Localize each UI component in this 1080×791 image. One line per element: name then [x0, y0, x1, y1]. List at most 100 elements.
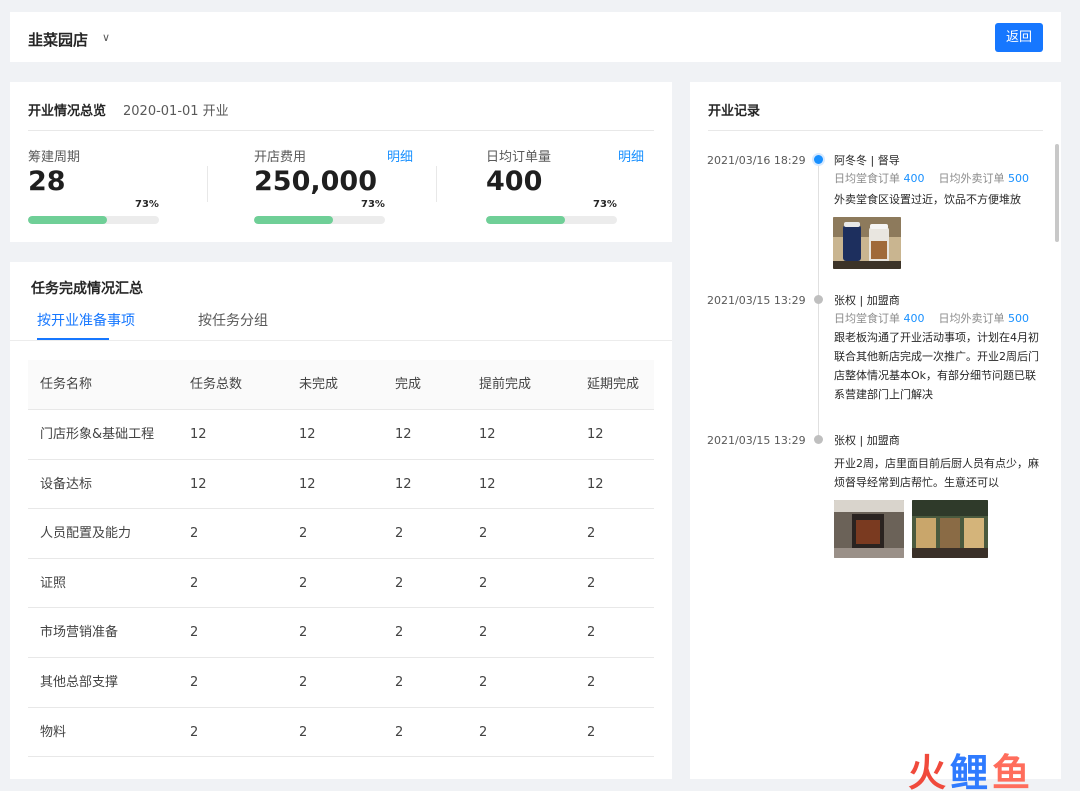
task-count-cell: 2: [190, 724, 199, 740]
store-name[interactable]: 韭菜园店: [28, 29, 88, 50]
task-count-cell: 2: [479, 625, 488, 641]
metric-percent: 73%: [135, 199, 159, 210]
entry-time: 2021/03/16 18:29: [707, 154, 806, 167]
dine-value: 400: [903, 312, 925, 325]
task-count-cell: 2: [395, 674, 404, 690]
takeout-label: 日均外卖订单: [938, 172, 1005, 185]
metric-value: 400: [486, 166, 543, 197]
task-count-cell: 12: [190, 427, 207, 442]
task-count-cell: 2: [395, 625, 404, 641]
column-header: 延期完成: [587, 377, 640, 392]
tab-by-group[interactable]: 按任务分组: [198, 310, 268, 330]
dine-value: 400: [903, 172, 925, 185]
progress-fill: [486, 216, 565, 224]
store-photo[interactable]: [834, 500, 904, 558]
detail-link[interactable]: 明细: [387, 146, 413, 165]
divider: [708, 130, 1043, 131]
task-summary-card: 任务完成情况汇总 按开业准备事项 按任务分组 任务名称 任务总数 未完成 完成 …: [10, 262, 672, 779]
metric-store-cost: 开店费用 明细 250,000 73%: [254, 146, 444, 226]
progress-bar: [28, 216, 159, 224]
tab-bar-underline: [10, 340, 672, 341]
opening-records-card: 开业记录 2021/03/16 18:29 阿冬冬 | 督导 日均堂食订单 40…: [690, 82, 1061, 779]
task-name-cell: 物料: [40, 724, 67, 740]
timeline-dot: [814, 155, 823, 164]
task-count-cell: 2: [299, 724, 308, 740]
progress-bar: [254, 216, 385, 224]
entry-user: 张权 | 加盟商: [834, 434, 900, 447]
chevron-down-icon[interactable]: ∨: [102, 31, 110, 44]
entry-text: 外卖堂食区设置过近，饮品不方便堆放: [834, 193, 1021, 206]
overview-title: 开业情况总览: [28, 104, 107, 119]
column-header: 未完成: [299, 377, 339, 392]
top-header: 韭菜园店 ∨ 返回: [10, 12, 1061, 62]
watermark-logo: 火鲤鱼: [908, 751, 1035, 791]
task-count-cell: 12: [587, 476, 604, 492]
task-count-cell: 2: [395, 724, 404, 740]
task-count-cell: 2: [190, 625, 199, 641]
task-count-cell: 2: [299, 575, 308, 591]
column-header: 任务名称: [40, 377, 93, 392]
table-row: 门店形象&基础工程 12 12 12 12 12: [28, 410, 654, 460]
overview-card: 开业情况总览 2020-01-01 开业 筹建周期 28 73% 开店费用 明细…: [10, 82, 672, 242]
metric-label: 日均订单量: [486, 150, 552, 165]
metric-label: 开店费用: [254, 150, 307, 165]
detail-link[interactable]: 明细: [618, 146, 644, 165]
tab-by-preparation[interactable]: 按开业准备事项: [37, 310, 135, 330]
task-count-cell: 2: [587, 575, 596, 591]
metric-value: 250,000: [254, 166, 377, 197]
table-row: 人员配置及能力 2 2 2 2 2: [28, 509, 654, 559]
back-button[interactable]: 返回: [995, 23, 1043, 52]
scrollbar-thumb[interactable]: [1055, 144, 1059, 242]
task-count-cell: 12: [395, 427, 412, 442]
task-count-cell: 2: [479, 674, 488, 690]
drink-photo[interactable]: [833, 217, 901, 269]
progress-bar: [486, 216, 617, 224]
table-body: 门店形象&基础工程 12 12 12 12 12 设备达标 12 12 12 12 12 人员配置及能力…: [28, 410, 654, 758]
task-name-cell: 门店形象&基础工程: [40, 427, 155, 442]
column-header: 提前完成: [479, 377, 532, 392]
timeline-dot: [814, 295, 823, 304]
progress-fill: [28, 216, 107, 224]
task-count-cell: 12: [299, 476, 316, 492]
takeout-label: 日均外卖订单: [938, 312, 1005, 325]
metric-label: 筹建周期: [28, 150, 81, 165]
takeout-value: 500: [1008, 172, 1029, 185]
task-count-cell: 2: [395, 575, 404, 591]
task-count-cell: 2: [587, 625, 596, 641]
metric-percent: 73%: [593, 199, 617, 210]
records-title: 开业记录: [708, 104, 761, 119]
task-count-cell: 2: [587, 674, 596, 690]
metric-build-cycle: 筹建周期 28 73%: [28, 146, 218, 226]
task-count-cell: 2: [587, 724, 596, 740]
entry-user: 张权 | 加盟商: [834, 294, 900, 307]
metric-percent: 73%: [361, 199, 385, 210]
task-count-cell: 2: [299, 674, 308, 690]
open-date: 2020-01-01 开业: [123, 104, 229, 119]
entry-time: 2021/03/15 13:29: [707, 294, 806, 307]
entry-text: 开业2周，店里面目前后厨人员有点少，麻烦督导经常到店帮忙。生意还可以: [834, 457, 1039, 489]
task-count-cell: 2: [190, 575, 199, 591]
task-count-cell: 2: [479, 724, 488, 740]
takeout-value: 500: [1008, 312, 1029, 325]
task-count-cell: 12: [395, 476, 412, 492]
task-count-cell: 2: [299, 625, 308, 641]
column-header: 完成: [395, 377, 422, 392]
table-row: 证照 2 2 2 2 2: [28, 559, 654, 609]
task-name-cell: 人员配置及能力: [40, 526, 132, 542]
task-count-cell: 2: [479, 575, 488, 591]
task-summary-title: 任务完成情况汇总: [31, 281, 143, 297]
task-count-cell: 2: [479, 526, 488, 542]
store-interior-photo[interactable]: [912, 500, 988, 558]
task-count-cell: 12: [587, 427, 604, 442]
task-count-cell: 12: [299, 427, 316, 442]
table-row: 物料 2 2 2 2 2: [28, 708, 654, 758]
entry-time: 2021/03/15 13:29: [707, 434, 806, 447]
task-count-cell: 2: [395, 526, 404, 542]
task-count-cell: 12: [190, 476, 207, 492]
divider: [28, 130, 654, 131]
entry-text: 跟老板沟通了开业活动事项，计划在4月初联合其他新店完成一次推广。开业2周后门店整…: [834, 331, 1039, 401]
metric-value: 28: [28, 166, 66, 197]
entry-stats: 日均堂食订单 400 日均外卖订单 500: [834, 170, 1029, 186]
table-row: 设备达标 12 12 12 12 12: [28, 460, 654, 510]
table-row: 其他总部支撑 2 2 2 2 2: [28, 658, 654, 708]
